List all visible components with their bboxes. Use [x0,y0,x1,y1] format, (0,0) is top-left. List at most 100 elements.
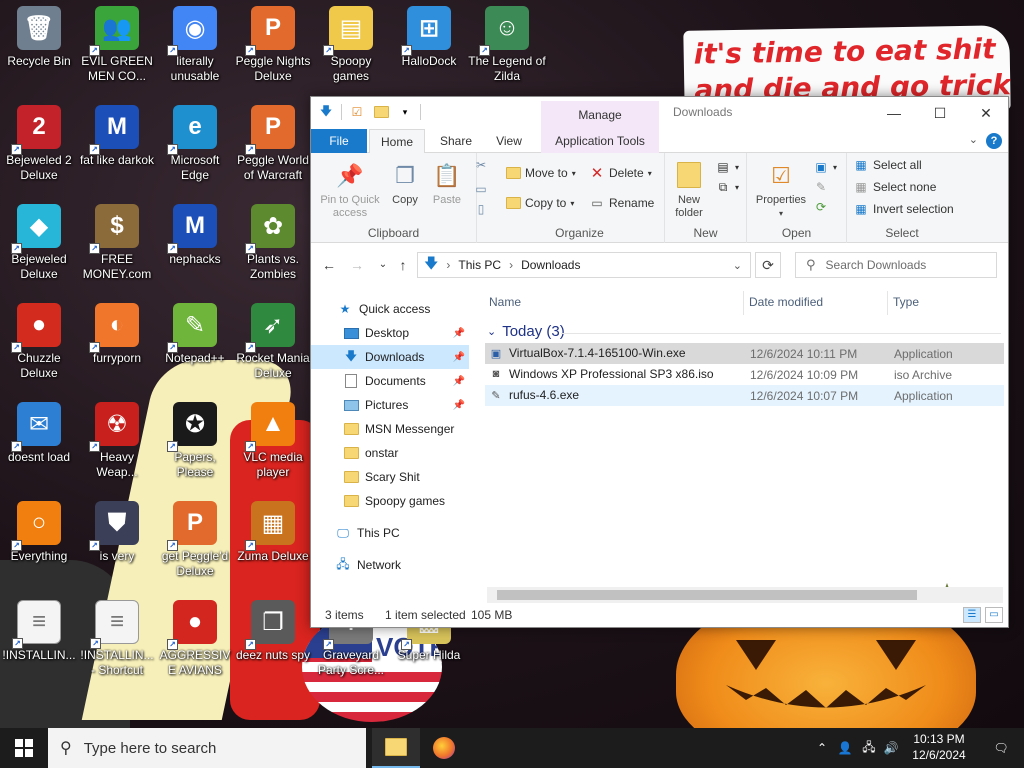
rename-button[interactable]: ▭ Rename [589,195,654,211]
new-folder-button[interactable]: New folder [669,159,709,220]
address-bar[interactable]: 🡇 › This PC › Downloads ⌄ [417,252,751,278]
desktop-icon[interactable]: e ↗ Microsoft Edge [156,105,234,183]
desktop-icon[interactable]: 👥 ↗ EVIL GREEN MEN CO... [78,6,156,84]
desktop-icon[interactable]: 2 ↗ Bejeweled 2 Deluxe [0,105,78,183]
desktop-icon[interactable]: ⛊ ↗ is very [78,501,156,564]
column-divider[interactable] [887,291,888,315]
scrollbar-thumb[interactable] [497,590,917,600]
file-explorer-window[interactable]: 🡇 ☑ ▾ Manage Downloads — ☐ ✕ File Home S… [310,96,1009,628]
desktop-icon[interactable]: $ ↗ FREE MONEY.com [78,204,156,282]
recent-locations-icon[interactable]: ⌄ [373,255,393,275]
desktop-icon[interactable]: ○ ↗ Everything [0,501,78,564]
notification-center-button[interactable]: 🗨 [978,728,1024,768]
select-all-button[interactable]: ▦ Select all [853,157,921,173]
pin-icon[interactable]: 📌 [453,352,465,363]
desktop-icon[interactable]: ✉ ↗ doesnt load [0,402,78,465]
select-none-button[interactable]: ▦ Select none [853,179,936,195]
new-folder-icon[interactable] [372,103,390,121]
move-to-button[interactable]: Move to ▾ [505,165,576,181]
properties-check-icon[interactable]: ☑ [348,103,366,121]
column-type[interactable]: Type [893,295,919,309]
copy-button[interactable]: ❐ Copy [387,159,423,207]
paste-shortcut-button[interactable]: ▯ [473,201,489,217]
nav-network[interactable]: 🖧 Network [311,553,469,577]
nav-item[interactable]: onstar [311,441,469,465]
desktop-icon[interactable]: ✿ ↗ Plants vs. Zombies [234,204,312,282]
taskbar-firefox[interactable] [420,728,468,768]
desktop-icon[interactable]: ⊞ ↗ HalloDock [390,6,468,69]
start-button[interactable] [0,728,48,768]
desktop-icon[interactable]: M ↗ fat like darkok [78,105,156,168]
minimize-button[interactable]: — [871,97,917,129]
desktop-icon[interactable]: P ↗ Peggle Nights Deluxe [234,6,312,84]
copy-to-button[interactable]: Copy to ▾ [505,195,574,211]
desktop-icon[interactable]: ✪ ↗ Papers, Please [156,402,234,480]
nav-item[interactable]: 🡇 Downloads 📌 [311,345,469,369]
title-bar[interactable]: 🡇 ☑ ▾ Manage Downloads — ☐ ✕ [311,97,1008,129]
desktop-icon[interactable]: ➶ ↗ Rocket Mania Deluxe [234,303,312,381]
column-divider[interactable] [743,291,744,315]
desktop-icon[interactable]: ☺ ↗ The Legend of Zilda [468,6,546,84]
nav-item[interactable]: MSN Messenger [311,417,469,441]
column-date-modified[interactable]: Date modified [749,295,823,309]
paste-button[interactable]: 📋 Paste [427,159,467,207]
desktop-icon[interactable]: P ↗ Peggle World of Warcraft [234,105,312,183]
forward-button[interactable]: → [347,255,367,275]
desktop-icon[interactable]: ▤ ↗ Spoopy games [312,6,390,84]
nav-this-pc[interactable]: 🖵 This PC [311,521,469,545]
desktop-icon[interactable]: ≡ ↗ !INSTALLIN... - Shortcut [78,600,156,678]
delete-button[interactable]: ✕ Delete ▾ [589,165,652,182]
copy-path-button[interactable]: ▭ [473,181,489,197]
desktop-icon[interactable]: ◐ ↗ furryporn [78,303,156,366]
desktop-icon[interactable]: ● ↗ AGGRESSIVE AVIANS [156,600,234,678]
desktop-icon[interactable]: ✎ ↗ Notepad++ [156,303,234,366]
tab-home[interactable]: Home [369,129,425,154]
maximize-button[interactable]: ☐ [917,97,963,129]
properties-button[interactable]: ☑ Properties ▾ [753,159,809,220]
pin-quick-access-button[interactable]: 📌 Pin to Quick access [315,159,385,220]
invert-selection-button[interactable]: ▦ Invert selection [853,201,953,217]
up-button[interactable]: ↑ [393,255,413,275]
desktop-icon[interactable]: M ↗ nephacks [156,204,234,267]
group-header-today[interactable]: ⌄ Today (3) [487,323,565,340]
address-dropdown-icon[interactable]: ⌄ [733,259,742,272]
pin-icon[interactable]: 📌 [453,400,465,411]
show-hidden-icons-button[interactable]: ⌃ [812,728,832,768]
navigation-pane[interactable]: ★ Quick access Desktop 📌 🡇 Downloads 📌 Docume… [311,293,477,603]
desktop-icon[interactable]: ◆ ↗ Bejeweled Deluxe [0,204,78,282]
desktop-icon[interactable]: ◉ ↗ literally unusable [156,6,234,84]
nav-item[interactable]: Pictures 📌 [311,393,469,417]
refresh-button[interactable]: ⟳ [755,252,781,278]
volume-icon[interactable]: 🔊 [880,728,902,768]
tab-file[interactable]: File [311,129,367,153]
nav-quick-access[interactable]: ★ Quick access [311,297,469,321]
desktop-icon[interactable]: ≡ ↗ !INSTALLIN... [0,600,78,663]
desktop-icon[interactable]: ☢ ↗ Heavy Weap... [78,402,156,480]
taskbar-file-explorer[interactable] [372,728,420,768]
nav-item[interactable]: Scary Shit [311,465,469,489]
file-row[interactable]: ▣ VirtualBox-7.1.4-165100-Win.exe 12/6/202… [485,343,1004,364]
desktop-icon[interactable]: ▦ ↗ Zuma Deluxe [234,501,312,564]
breadcrumb-this-pc[interactable]: This PC [458,258,501,272]
nav-item[interactable]: Spoopy games [311,489,469,513]
file-row[interactable]: ◙ Windows XP Professional SP3 x86.iso 12/6… [485,364,1004,385]
search-input[interactable]: ⚲ Search Downloads [795,252,997,278]
details-view-button[interactable]: ☰ [963,607,981,623]
tab-application-tools[interactable]: Application Tools [541,129,659,153]
arrow-down-icon[interactable]: 🡇 [317,103,335,121]
column-name[interactable]: Name [489,295,521,309]
edit-button[interactable]: ✎ [813,179,829,195]
back-button[interactable]: ← [319,255,339,275]
horizontal-scrollbar[interactable] [487,587,1003,603]
nav-item[interactable]: Documents 📌 [311,369,469,393]
tab-view[interactable]: View [487,129,531,153]
tab-share[interactable]: Share [431,129,481,153]
breadcrumb-downloads[interactable]: Downloads [521,258,580,272]
cut-button[interactable]: ✂ [473,157,489,173]
file-list[interactable]: Name Date modified Type ⌄ Today (3) ▣ Vir… [481,287,1008,611]
help-icon[interactable]: ? [986,133,1002,149]
new-item-button[interactable]: ▤ ▾ [715,159,739,175]
desktop-icon[interactable]: ▲ ↗ VLC media player [234,402,312,480]
system-clock[interactable]: 10:13 PM 12/6/2024 [900,731,978,763]
desktop-icon[interactable]: P ↗ get Peggle'd Deluxe [156,501,234,579]
